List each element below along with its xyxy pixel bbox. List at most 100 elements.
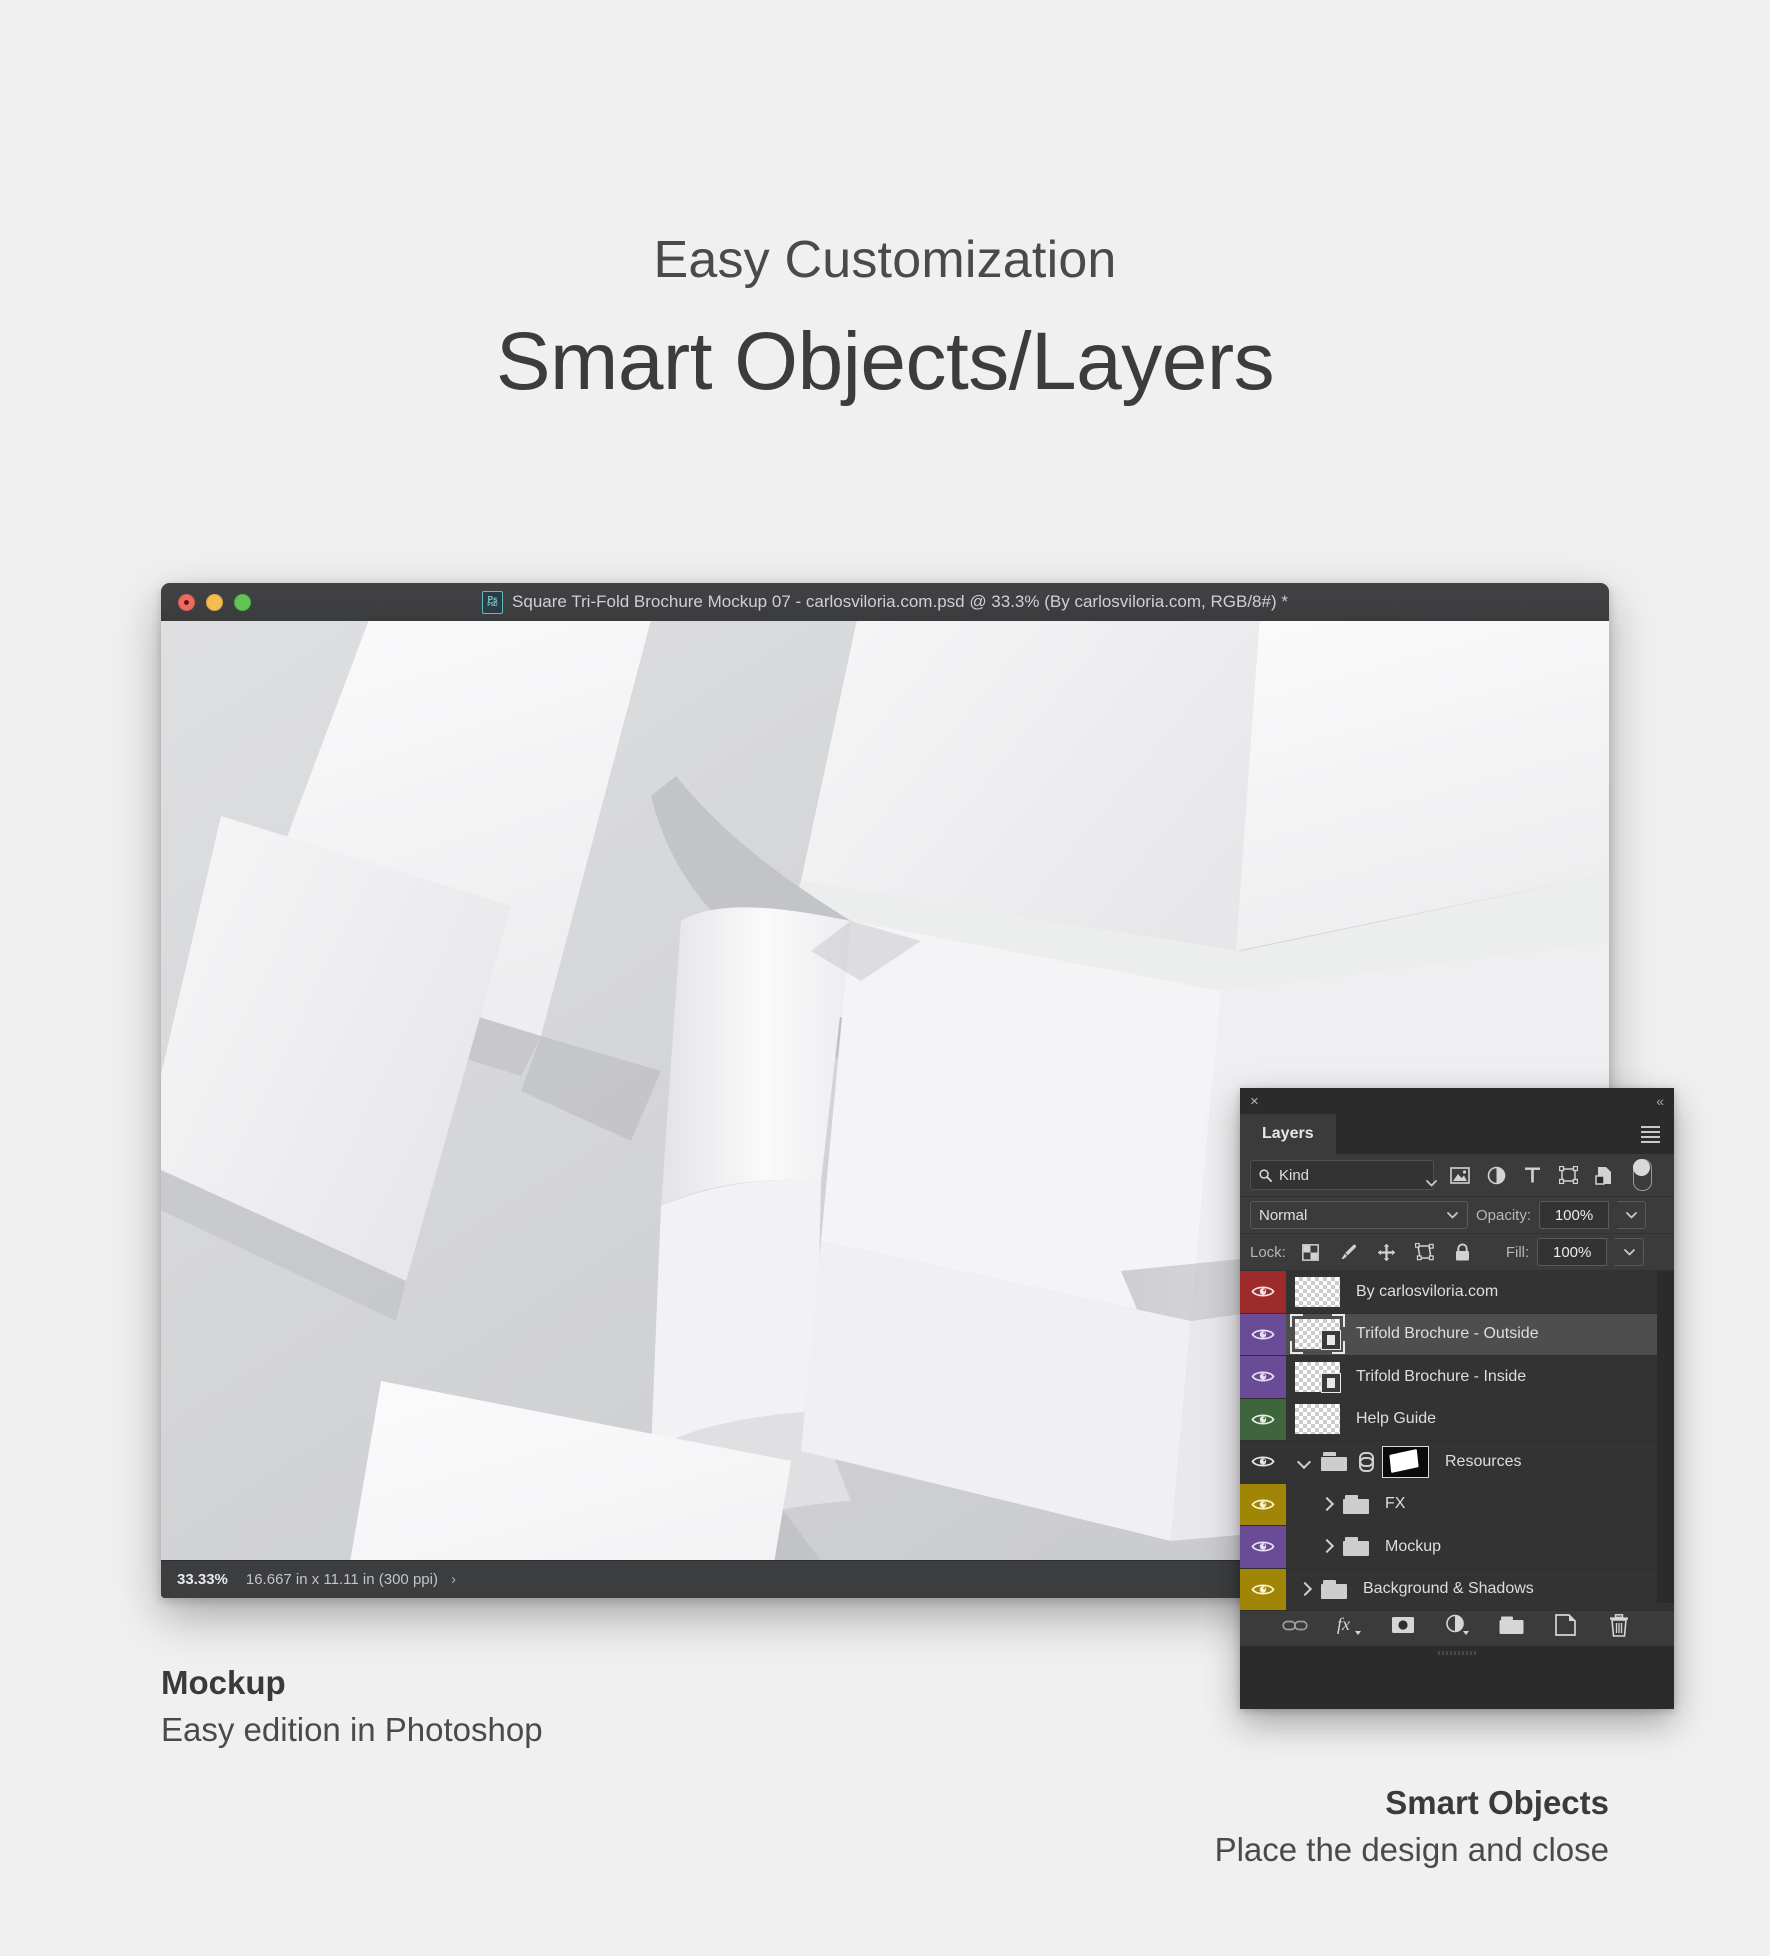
- window-title-group: Ps PSD Square Tri-Fold Brochure Mockup 0…: [161, 590, 1609, 614]
- close-window-button[interactable]: [178, 593, 195, 611]
- layer-row[interactable]: Mockup: [1240, 1526, 1674, 1569]
- fill-value-input[interactable]: 100%: [1537, 1238, 1608, 1266]
- layer-row-body[interactable]: Trifold Brochure - Inside: [1286, 1356, 1674, 1398]
- layer-visibility-toggle[interactable]: [1240, 1568, 1286, 1610]
- link-layers-icon[interactable]: [1282, 1612, 1308, 1638]
- zoom-level[interactable]: 33.33%: [177, 1571, 228, 1588]
- eye-icon: [1251, 1414, 1275, 1425]
- layer-list[interactable]: By carlosviloria.com Trifold Brochure - …: [1240, 1271, 1674, 1611]
- grip-icon: [1438, 1651, 1476, 1655]
- layer-row[interactable]: Trifold Brochure - Inside: [1240, 1356, 1674, 1399]
- delete-layer-trash-icon[interactable]: [1606, 1612, 1632, 1638]
- tab-row-filler: [1336, 1114, 1641, 1154]
- group-thumbnail[interactable]: [1382, 1445, 1429, 1478]
- adjustment-layer-filter-icon[interactable]: [1485, 1164, 1507, 1186]
- lock-transparent-pixels-icon[interactable]: [1300, 1241, 1322, 1263]
- lock-image-pixels-brush-icon[interactable]: [1338, 1241, 1360, 1263]
- layer-row-body[interactable]: Trifold Brochure - Outside: [1286, 1314, 1674, 1356]
- new-group-icon[interactable]: [1498, 1612, 1524, 1638]
- pixel-layer-filter-icon[interactable]: [1449, 1164, 1471, 1186]
- chevron-down-icon: [1446, 1207, 1459, 1224]
- tab-layers[interactable]: Layers: [1240, 1114, 1336, 1154]
- layer-style-fx-icon[interactable]: fx: [1336, 1612, 1362, 1638]
- layer-row-body[interactable]: By carlosviloria.com: [1286, 1271, 1674, 1313]
- layer-name: Trifold Brochure - Outside: [1356, 1325, 1539, 1343]
- layer-row[interactable]: By carlosviloria.com: [1240, 1271, 1674, 1314]
- layer-row[interactable]: Background & Shadows: [1240, 1568, 1674, 1611]
- layer-row-body[interactable]: Help Guide: [1286, 1399, 1674, 1441]
- smart-object-badge-icon: [1321, 1330, 1341, 1351]
- photoshop-document-icon: Ps PSD: [482, 590, 504, 614]
- layer-row[interactable]: Resources: [1240, 1441, 1674, 1484]
- layer-name: Help Guide: [1356, 1410, 1437, 1428]
- fill-label: Fill:: [1505, 1243, 1530, 1261]
- opacity-stepper-button[interactable]: [1617, 1201, 1647, 1229]
- caption-mockup: Mockup Easy edition in Photoshop: [161, 1662, 543, 1752]
- group-disclosure-collapsed-icon[interactable]: [1319, 1539, 1335, 1554]
- filter-kind-select[interactable]: Kind: [1250, 1160, 1437, 1190]
- layer-row[interactable]: Trifold Brochure - Outside: [1240, 1313, 1674, 1356]
- smart-object-filter-icon[interactable]: [1593, 1164, 1615, 1186]
- close-icon[interactable]: ×: [1250, 1094, 1259, 1109]
- caption-title: Mockup: [161, 1664, 286, 1701]
- layer-thumbnail[interactable]: [1295, 1361, 1341, 1393]
- eye-icon: [1251, 1541, 1275, 1552]
- caption-subtitle: Place the design and close: [1214, 1831, 1609, 1869]
- fill-stepper-button[interactable]: [1615, 1238, 1645, 1266]
- layer-name: By carlosviloria.com: [1356, 1282, 1499, 1300]
- layer-thumbnail[interactable]: [1295, 1404, 1340, 1435]
- filter-type-buttons: [1449, 1158, 1652, 1191]
- layer-visibility-toggle[interactable]: [1240, 1526, 1286, 1568]
- layer-thumbnail[interactable]: [1290, 1314, 1345, 1355]
- layer-list-scrollbar[interactable]: [1657, 1271, 1674, 1603]
- lock-position-move-icon[interactable]: [1376, 1241, 1398, 1263]
- folder-icon: [1343, 1537, 1369, 1557]
- adjustment-layer-icon[interactable]: [1444, 1612, 1470, 1638]
- minimize-window-button[interactable]: [206, 593, 223, 611]
- layer-row-body[interactable]: Mockup: [1286, 1526, 1674, 1568]
- opacity-value-input[interactable]: 100%: [1539, 1201, 1610, 1229]
- group-disclosure-collapsed-icon[interactable]: [1319, 1496, 1335, 1511]
- layer-visibility-toggle[interactable]: [1240, 1356, 1286, 1398]
- filter-kind-label: Kind: [1279, 1166, 1310, 1184]
- page-heading-block: Easy Customization Smart Objects/Layers: [0, 231, 1770, 405]
- eye-icon: [1251, 1499, 1275, 1510]
- page-root: Easy Customization Smart Objects/Layers …: [0, 0, 1770, 1956]
- lock-all-padlock-icon[interactable]: [1452, 1241, 1474, 1263]
- lock-artboard-nesting-icon[interactable]: [1414, 1241, 1436, 1263]
- layer-visibility-toggle[interactable]: [1240, 1441, 1286, 1483]
- layer-row-body[interactable]: Resources: [1286, 1441, 1674, 1483]
- layer-row-body[interactable]: Background & Shadows: [1286, 1569, 1674, 1611]
- layer-visibility-toggle[interactable]: [1240, 1398, 1286, 1440]
- group-disclosure-collapsed-icon[interactable]: [1297, 1581, 1313, 1596]
- maximize-window-button[interactable]: [234, 593, 251, 611]
- layer-visibility-toggle[interactable]: [1240, 1483, 1286, 1525]
- eye-icon: [1251, 1286, 1275, 1297]
- layer-name: FX: [1385, 1495, 1406, 1513]
- window-titlebar[interactable]: Ps PSD Square Tri-Fold Brochure Mockup 0…: [161, 583, 1609, 622]
- layer-thumbnail[interactable]: [1295, 1276, 1340, 1307]
- layer-name: Background & Shadows: [1363, 1580, 1534, 1598]
- status-expand-arrow-icon[interactable]: ›: [451, 1571, 456, 1588]
- layer-row-body[interactable]: FX: [1286, 1484, 1674, 1526]
- filter-toggle-switch[interactable]: [1632, 1158, 1652, 1191]
- magnifier-icon: [1259, 1168, 1272, 1182]
- blend-mode-select[interactable]: Normal: [1250, 1201, 1468, 1229]
- layer-visibility-toggle[interactable]: [1240, 1271, 1286, 1313]
- layer-mask-icon[interactable]: [1390, 1612, 1416, 1638]
- group-disclosure-expanded-icon[interactable]: [1296, 1455, 1312, 1470]
- layer-name: Resources: [1445, 1452, 1522, 1470]
- panel-resize-grip[interactable]: [1240, 1646, 1674, 1660]
- layer-row[interactable]: FX: [1240, 1483, 1674, 1526]
- type-layer-filter-icon[interactable]: [1521, 1164, 1543, 1186]
- svg-text:fx: fx: [1337, 1614, 1350, 1634]
- collapse-panel-icon[interactable]: «: [1656, 1093, 1664, 1109]
- ps-icon-sublabel: PSD: [487, 602, 498, 608]
- new-layer-icon[interactable]: [1552, 1612, 1578, 1638]
- page-eyebrow: Easy Customization: [653, 231, 1117, 289]
- panel-menu-button[interactable]: [1641, 1114, 1674, 1154]
- layer-visibility-toggle[interactable]: [1240, 1313, 1286, 1355]
- shape-layer-filter-icon[interactable]: [1557, 1164, 1579, 1186]
- layer-row[interactable]: Help Guide: [1240, 1398, 1674, 1441]
- lock-label: Lock:: [1250, 1243, 1286, 1261]
